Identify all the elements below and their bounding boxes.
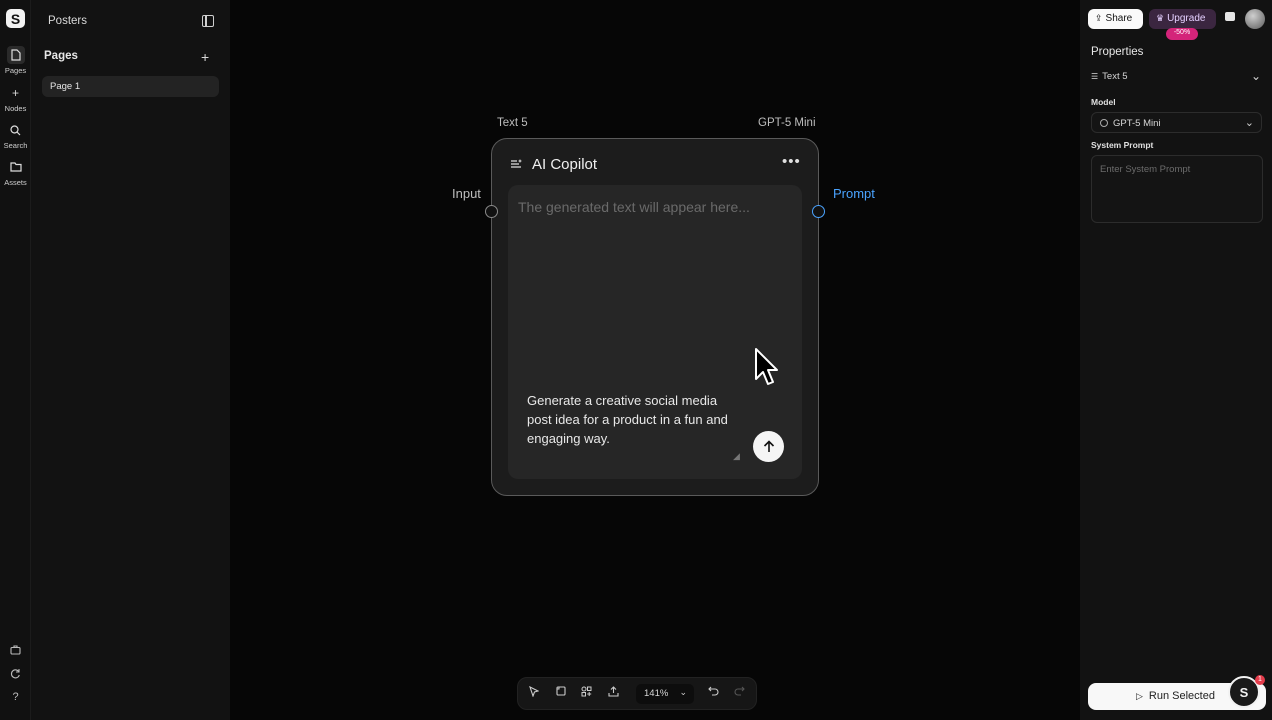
frame-tool-icon[interactable] xyxy=(556,686,566,699)
input-port-handle[interactable] xyxy=(485,205,498,218)
zoom-select[interactable]: 141% ⌄ xyxy=(636,684,694,704)
chevron-down-icon: ⌄ xyxy=(679,687,687,697)
folder-icon xyxy=(7,158,25,176)
node-name-label: Text 5 xyxy=(497,117,528,129)
node-title: AI Copilot xyxy=(532,156,598,173)
shapes-tool-icon[interactable] xyxy=(581,686,592,700)
rail-item-assets[interactable]: Assets xyxy=(0,158,31,187)
canvas-toolbar: 141% ⌄ xyxy=(517,677,757,710)
upgrade-label: Upgrade xyxy=(1167,13,1206,24)
discount-badge: -50% xyxy=(1166,28,1198,40)
share-label: Share xyxy=(1105,13,1133,24)
chevron-down-icon: ⌄ xyxy=(1250,69,1261,83)
rail-label: Pages xyxy=(4,66,27,75)
rail-label: Assets xyxy=(4,178,27,187)
briefcase-icon[interactable] xyxy=(0,645,31,655)
rail-item-pages[interactable]: Pages xyxy=(0,46,31,75)
run-selected-label: Run Selected xyxy=(1148,690,1215,702)
user-avatar[interactable] xyxy=(1245,9,1265,29)
mouse-cursor-icon xyxy=(755,348,778,385)
text-node-icon: ☰ xyxy=(1091,72,1099,81)
app-logo-icon[interactable]: S xyxy=(6,9,25,28)
redo-icon[interactable] xyxy=(734,686,745,699)
refresh-icon[interactable] xyxy=(0,668,31,679)
chevron-down-icon: ⌄ xyxy=(1244,117,1254,129)
upgrade-button[interactable]: ♛ Upgrade xyxy=(1149,9,1216,29)
undo-icon[interactable] xyxy=(708,686,719,699)
help-icon[interactable]: ? xyxy=(0,691,31,703)
sparkle-list-icon xyxy=(510,158,523,173)
openai-icon xyxy=(1100,119,1108,127)
rail-item-search[interactable]: Search xyxy=(0,121,31,150)
page-item[interactable]: Page 1 xyxy=(42,76,219,97)
resize-handle-icon[interactable]: ◢ xyxy=(733,451,740,462)
output-placeholder: The generated text will appear here... xyxy=(518,199,750,215)
select-tool-icon[interactable] xyxy=(529,685,540,700)
system-prompt-input[interactable] xyxy=(1091,155,1263,223)
properties-panel: ⇪ Share ♛ Upgrade -50% Properties ☰ Text 5 … xyxy=(1080,0,1272,720)
page-icon xyxy=(6,46,25,64)
send-button[interactable] xyxy=(753,431,784,462)
upload-icon[interactable] xyxy=(608,686,619,700)
node-output-area: The generated text will appear here... G… xyxy=(508,185,802,479)
model-label: Model xyxy=(1091,97,1116,107)
rail-item-nodes[interactable]: + Nodes xyxy=(0,84,31,113)
system-prompt-label: System Prompt xyxy=(1091,140,1154,150)
output-port-label: Prompt xyxy=(833,186,875,201)
output-port-handle[interactable] xyxy=(812,205,825,218)
project-title: Posters xyxy=(48,15,87,27)
model-value: GPT-5 Mini xyxy=(1113,118,1161,129)
chat-icon[interactable] xyxy=(1225,12,1235,21)
selected-node-selector[interactable]: ☰ Text 5 ⌄ xyxy=(1091,69,1261,83)
plus-icon: + xyxy=(11,86,19,100)
selected-node-label: Text 5 xyxy=(1102,71,1128,82)
input-port-label: Input xyxy=(452,186,481,201)
pages-header: Pages xyxy=(44,50,78,62)
share-icon: ⇪ xyxy=(1095,13,1103,23)
add-page-button[interactable]: + xyxy=(201,49,209,65)
play-icon: ▷ xyxy=(1136,691,1143,701)
search-icon xyxy=(7,121,25,139)
crown-icon: ♛ xyxy=(1156,13,1165,23)
ai-copilot-node[interactable]: AI Copilot ••• The generated text will a… xyxy=(491,138,819,496)
left-rail: S Pages + Nodes Search Assets ? xyxy=(0,0,31,720)
node-model-label: GPT-5 Mini xyxy=(758,117,816,129)
rail-label: Nodes xyxy=(4,104,27,113)
sidebar-toggle-icon[interactable] xyxy=(202,15,214,27)
notification-badge: 1 xyxy=(1255,675,1265,685)
more-options-icon[interactable]: ••• xyxy=(782,153,801,170)
zoom-value: 141% xyxy=(644,688,669,699)
rail-label: Search xyxy=(3,141,28,150)
prompt-input[interactable]: Generate a creative social media post id… xyxy=(527,391,737,448)
share-button[interactable]: ⇪ Share xyxy=(1088,9,1143,29)
properties-title: Properties xyxy=(1091,46,1144,58)
arrow-up-icon xyxy=(763,440,774,452)
model-select[interactable]: GPT-5 Mini ⌄ xyxy=(1091,112,1262,133)
pages-panel: Posters Pages + Page 1 xyxy=(31,0,230,720)
